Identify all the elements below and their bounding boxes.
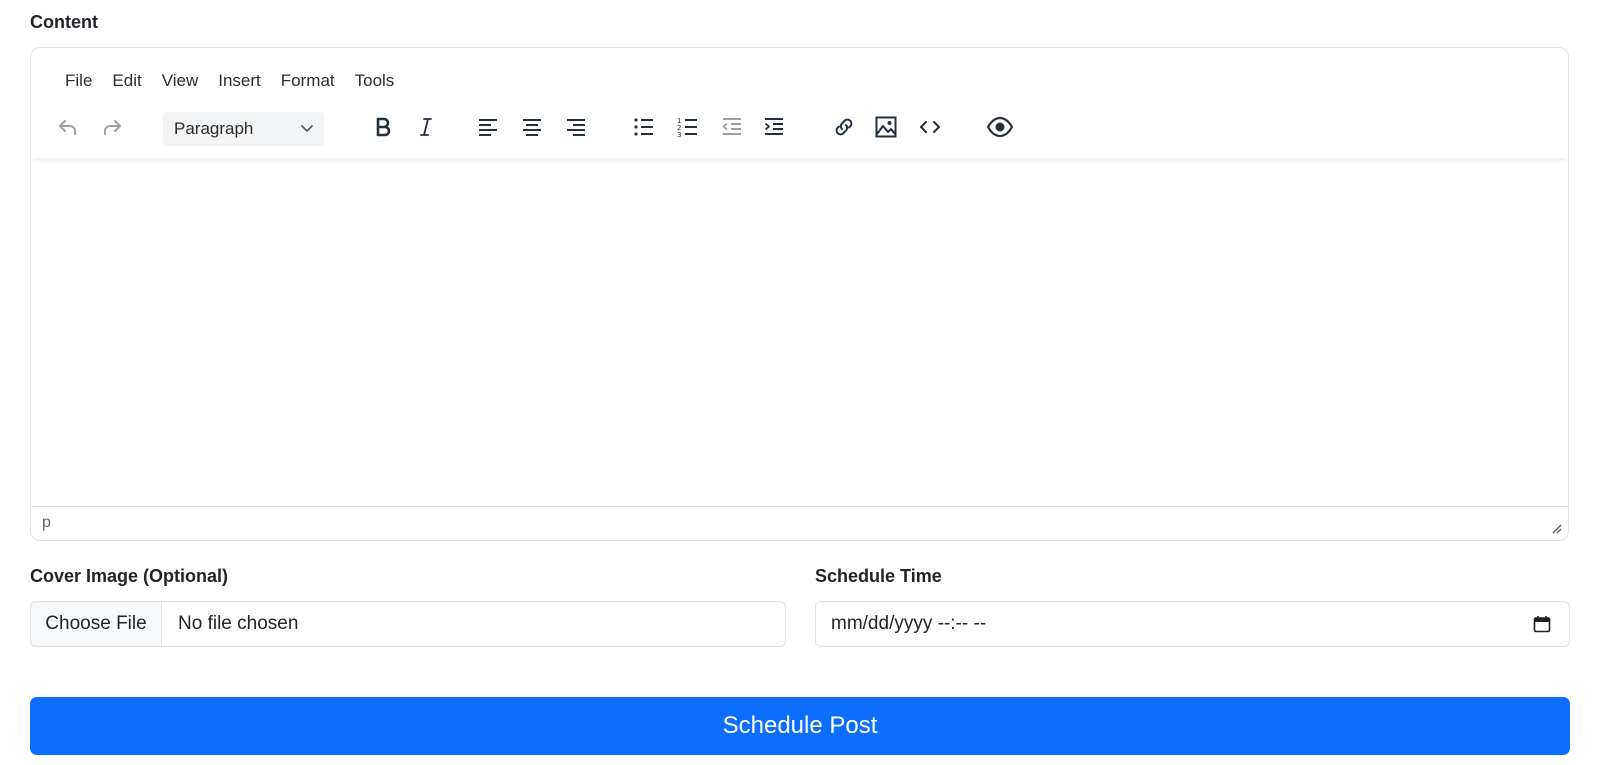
link-icon <box>835 118 853 136</box>
menu-tools[interactable]: Tools <box>345 68 405 94</box>
bold-button[interactable] <box>366 110 400 144</box>
align-center-button[interactable] <box>515 110 549 144</box>
menu-edit[interactable]: Edit <box>102 68 151 94</box>
bold-icon <box>376 117 391 137</box>
cover-image-input[interactable]: Choose File No file chosen <box>30 601 786 647</box>
italic-icon <box>420 118 432 136</box>
editor-statusbar: p <box>31 506 1568 540</box>
align-center-icon <box>523 119 541 136</box>
svg-text:3: 3 <box>677 131 681 139</box>
align-left-icon <box>479 119 497 136</box>
undo-icon <box>59 120 76 135</box>
chevron-down-icon <box>301 125 313 132</box>
outdent-icon <box>722 118 741 135</box>
editor-toolbar: Paragraph 1 2 3 <box>31 108 1568 148</box>
indent-button[interactable] <box>757 110 791 144</box>
editor-menubar: File Edit View Insert Format Tools <box>55 68 404 94</box>
undo-button[interactable] <box>51 110 85 144</box>
rich-text-editor: File Edit View Insert Format Tools Parag… <box>30 47 1569 541</box>
cover-image-label: Cover Image (Optional) <box>30 566 229 586</box>
preview-button[interactable] <box>983 110 1017 144</box>
block-format-select[interactable]: Paragraph <box>163 112 324 146</box>
eye-icon <box>986 116 1014 138</box>
insert-link-button[interactable] <box>827 110 861 144</box>
menu-file[interactable]: File <box>55 68 102 94</box>
source-code-button[interactable] <box>913 110 947 144</box>
numbered-list-icon: 1 2 3 <box>677 117 697 139</box>
file-name-text: No file chosen <box>178 613 299 634</box>
calendar-icon[interactable] <box>1533 615 1551 633</box>
schedule-time-input[interactable]: mm/dd/yyyy --:-- -- <box>815 601 1570 647</box>
redo-icon <box>104 120 121 135</box>
italic-button[interactable] <box>409 110 443 144</box>
menu-format[interactable]: Format <box>271 68 345 94</box>
indent-icon <box>764 118 783 135</box>
schedule-time-label: Schedule Time <box>815 566 942 586</box>
bullet-list-button[interactable] <box>627 110 661 144</box>
resize-handle-icon[interactable] <box>1550 522 1562 534</box>
menu-view[interactable]: View <box>152 68 209 94</box>
block-format-value: Paragraph <box>174 119 254 138</box>
element-path[interactable]: p <box>42 514 51 532</box>
insert-image-button[interactable] <box>869 110 903 144</box>
schedule-post-button[interactable]: Schedule Post <box>30 697 1570 755</box>
outdent-button[interactable] <box>715 110 749 144</box>
align-left-button[interactable] <box>471 110 505 144</box>
code-icon <box>920 121 940 133</box>
menu-insert[interactable]: Insert <box>208 68 271 94</box>
bullet-list-icon <box>634 118 653 136</box>
content-label: Content <box>30 12 98 32</box>
schedule-time-placeholder: mm/dd/yyyy --:-- -- <box>831 613 987 634</box>
editor-header: File Edit View Insert Format Tools Parag… <box>31 48 1568 158</box>
choose-file-button[interactable]: Choose File <box>31 602 162 646</box>
editor-content-area[interactable] <box>31 158 1568 506</box>
image-icon <box>875 116 897 138</box>
align-right-icon <box>567 119 585 136</box>
numbered-list-button[interactable]: 1 2 3 <box>671 110 705 144</box>
redo-button[interactable] <box>95 110 129 144</box>
align-right-button[interactable] <box>559 110 593 144</box>
